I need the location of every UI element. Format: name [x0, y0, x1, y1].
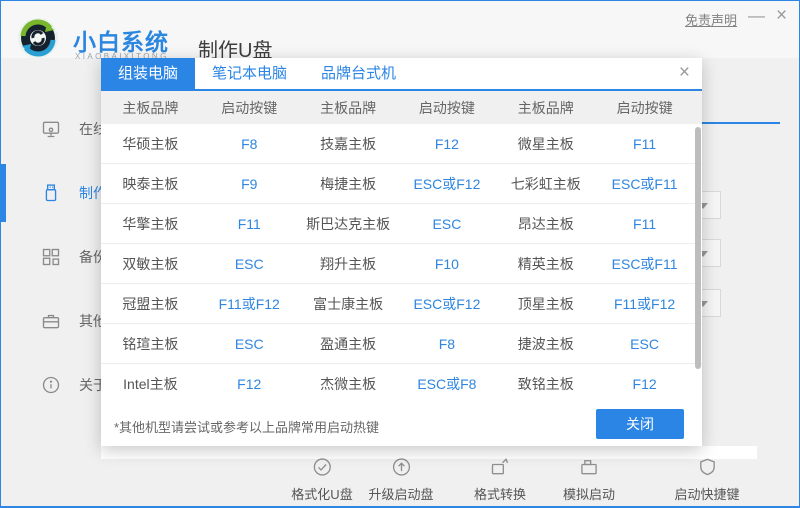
column-header: 主板品牌	[496, 98, 595, 118]
dialog-footer: *其他机型请尝试或参考以上品牌常用启动热键 关闭	[101, 403, 702, 446]
simulate-monitor-icon	[579, 457, 599, 477]
column-header: 主板品牌	[299, 98, 398, 118]
key-cell: F12	[595, 376, 694, 392]
footnote: *其他机型请尝试或参考以上品牌常用启动热键	[114, 417, 379, 436]
tab-brand-desktop[interactable]: 品牌台式机	[304, 58, 413, 89]
key-cell: ESC	[200, 256, 299, 272]
dialog-close-icon[interactable]: ×	[679, 62, 690, 84]
table-row: 铭瑄主板 ESC 盈通主板 F8 捷波主板 ESC	[101, 324, 702, 364]
brand-cell: 杰微主板	[299, 374, 398, 394]
toolbar-label: 格式转换	[474, 484, 526, 503]
briefcase-icon	[41, 311, 61, 331]
table-row: 华擎主板 F11 斯巴达克主板 ESC 昂达主板 F11	[101, 204, 702, 244]
toolbar-label: 模拟启动	[563, 484, 615, 503]
toolbar-label: 升级启动盘	[368, 484, 433, 503]
sidebar-item-backup[interactable]: 备份	[1, 237, 101, 277]
brand-cell: 技嘉主板	[299, 134, 398, 154]
brand-cell: 梅捷主板	[299, 174, 398, 194]
info-icon	[41, 375, 61, 395]
grid-icon	[41, 247, 61, 267]
usb-drive-icon	[41, 183, 61, 203]
brand-cell: 铭瑄主板	[101, 334, 200, 354]
key-cell: F8	[200, 136, 299, 152]
sidebar-item-make-usb[interactable]: 制作	[1, 173, 101, 213]
key-cell: F9	[200, 176, 299, 192]
table-row: 华硕主板 F8 技嘉主板 F12 微星主板 F11	[101, 124, 702, 164]
key-cell: ESC或F11	[595, 254, 694, 274]
toolbar-label: 启动快捷键	[674, 484, 739, 503]
key-cell: F11或F12	[595, 294, 694, 314]
column-header: 启动按键	[200, 98, 299, 118]
background-tab-underline	[700, 122, 780, 124]
brand-cell: 斯巴达克主板	[299, 214, 398, 234]
key-cell: F11	[595, 216, 694, 232]
brand-cell: 冠盟主板	[101, 294, 200, 314]
tab-laptop[interactable]: 笔记本电脑	[195, 58, 304, 89]
brand-cell: 华硕主板	[101, 134, 200, 154]
boot-hotkey-dialog: 组装电脑 笔记本电脑 品牌台式机 × 主板品牌 启动按键 主板品牌 启动按键 主…	[101, 58, 702, 446]
key-cell: ESC或F12	[398, 294, 497, 314]
column-header: 主板品牌	[101, 98, 200, 118]
key-cell: F11或F12	[200, 294, 299, 314]
key-cell: F11	[595, 136, 694, 152]
dialog-close-button[interactable]: 关闭	[596, 409, 684, 439]
check-circle-icon	[312, 457, 332, 477]
brand-cell: 翔升主板	[299, 254, 398, 274]
sidebar-item-online[interactable]: 在线	[1, 109, 101, 149]
tab-assembled-pc[interactable]: 组装电脑	[101, 58, 195, 89]
brand-cell: Intel主板	[101, 374, 200, 394]
key-cell: ESC	[398, 216, 497, 232]
toolbar-simulate-boot[interactable]: 模拟启动	[563, 457, 615, 503]
titlebar: 小白系统 XIAOBAIXITONG 制作U盘 免责声明 — ×	[1, 1, 799, 58]
disclaimer-link[interactable]: 免责声明	[685, 10, 737, 29]
table-row: 映泰主板 F9 梅捷主板 ESC或F12 七彩虹主板 ESC或F11	[101, 164, 702, 204]
table-row: 冠盟主板 F11或F12 富士康主板 ESC或F12 顶星主板 F11或F12	[101, 284, 702, 324]
brand-cell: 华擎主板	[101, 214, 200, 234]
brand-cell: 顶星主板	[496, 294, 595, 314]
key-cell: F8	[398, 336, 497, 352]
upgrade-circle-icon	[391, 457, 411, 477]
brand-cell: 精英主板	[496, 254, 595, 274]
toolbar-label: 格式化U盘	[291, 484, 352, 503]
shield-icon	[697, 457, 717, 477]
brand-cell: 盈通主板	[299, 334, 398, 354]
key-cell: ESC或F12	[398, 174, 497, 194]
column-header: 启动按键	[595, 98, 694, 118]
monitor-icon	[41, 119, 61, 139]
brand-cell: 昂达主板	[496, 214, 595, 234]
brand-cell: 七彩虹主板	[496, 174, 595, 194]
convert-icon	[490, 457, 510, 477]
sidebar-item-other[interactable]: 其他	[1, 301, 101, 341]
key-cell: F10	[398, 256, 497, 272]
window-close-button[interactable]: ×	[776, 6, 787, 26]
dialog-tabs: 组装电脑 笔记本电脑 品牌台式机	[101, 58, 702, 91]
brand-cell: 双敏主板	[101, 254, 200, 274]
toolbar-format-convert[interactable]: 格式转换	[474, 457, 526, 503]
scrollbar-thumb[interactable]	[695, 127, 701, 369]
key-cell: F12	[200, 376, 299, 392]
app-window: 小白系统 XIAOBAIXITONG 制作U盘 免责声明 — × 在线 制作 备…	[0, 0, 800, 508]
table-row: Intel主板 F12 杰微主板 ESC或F8 致铭主板 F12	[101, 364, 702, 404]
minimize-button[interactable]: —	[748, 6, 765, 26]
toolbar-boot-hotkey[interactable]: 启动快捷键	[674, 457, 739, 503]
key-cell: F11	[200, 216, 299, 232]
brand-cell: 富士康主板	[299, 294, 398, 314]
app-logo-icon	[17, 17, 59, 59]
key-cell: ESC或F8	[398, 374, 497, 394]
brand-cell: 致铭主板	[496, 374, 595, 394]
column-header: 启动按键	[398, 98, 497, 118]
key-cell: ESC	[200, 336, 299, 352]
table-header: 主板品牌 启动按键 主板品牌 启动按键 主板品牌 启动按键	[101, 91, 702, 124]
table-row: 双敏主板 ESC 翔升主板 F10 精英主板 ESC或F11	[101, 244, 702, 284]
key-cell: F12	[398, 136, 497, 152]
key-cell: ESC	[595, 336, 694, 352]
brand-cell: 映泰主板	[101, 174, 200, 194]
key-cell: ESC或F11	[595, 174, 694, 194]
brand-cell: 捷波主板	[496, 334, 595, 354]
toolbar-format-usb[interactable]: 格式化U盘	[291, 457, 352, 503]
sidebar-item-about[interactable]: 关于	[1, 365, 101, 405]
toolbar-upgrade-boot-disk[interactable]: 升级启动盘	[368, 457, 433, 503]
brand-cell: 微星主板	[496, 134, 595, 154]
